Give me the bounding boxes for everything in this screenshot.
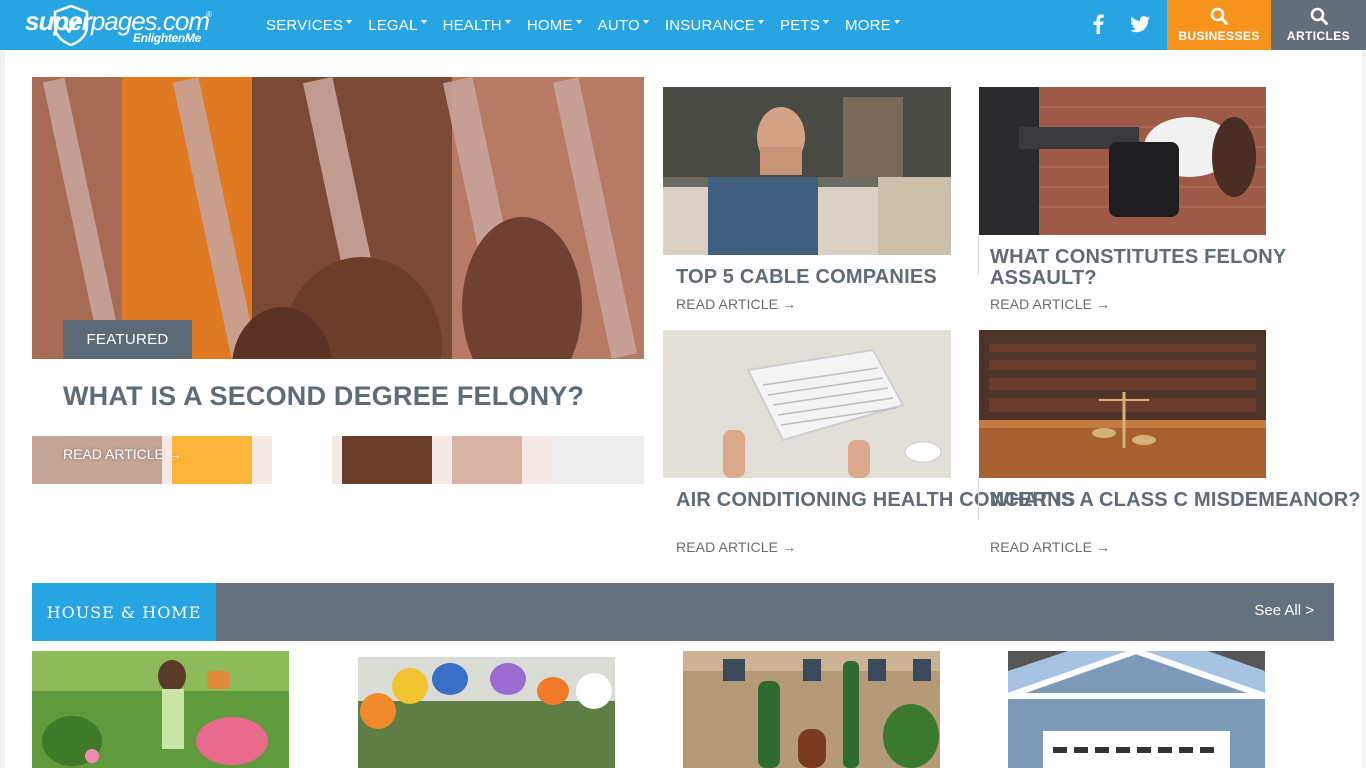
menu-item-insurance[interactable]: INSURANCE [665,17,765,34]
section-header-bar [32,583,1334,641]
featured-badge: FEATURED [63,320,192,359]
caret-down-icon [575,19,582,24]
featured-title[interactable]: WHAT IS A SECOND DEGREE FELONY? [63,381,584,412]
featured-read-article-link[interactable]: READ ARTICLE → [63,446,182,462]
menu-item-pets[interactable]: PETS [780,17,829,34]
top-nav: superpages.com ® EnlightenMe SERVICES LE… [0,0,1366,50]
logo-tagline: EnlightenMe [133,31,202,45]
thumbnail-gardening[interactable] [32,651,289,768]
articles-label: ARTICLES [1286,29,1351,43]
card-image-class-c-misdemeanor[interactable] [979,330,1266,478]
registered-mark: ® [206,10,212,19]
thumbnail-flower-pots[interactable] [358,651,615,768]
main-menu: SERVICES LEGAL HEALTH HOME AUTO INSURANC… [266,0,916,50]
menu-item-legal[interactable]: LEGAL [368,17,427,34]
card-divider [978,235,979,275]
featured-image-prison-bars[interactable] [32,77,644,359]
menu-item-services[interactable]: SERVICES [266,17,353,34]
thumbnail-garage[interactable] [1008,651,1265,768]
caret-down-icon [893,19,900,24]
caret-down-icon [420,19,427,24]
businesses-button[interactable]: BUSINESSES [1167,0,1271,50]
caret-down-icon [346,19,353,24]
facebook-icon[interactable] [1087,13,1109,35]
businesses-label: BUSINESSES [1178,29,1260,43]
caret-down-icon [823,19,829,24]
see-all-link[interactable]: See All > [1254,602,1314,619]
card-title-class-c-misdemeanor[interactable]: WHAT IS A CLASS C MISDEMEANOR? [990,490,1361,511]
search-icon [1210,7,1228,25]
thumbnail-stone-house[interactable] [683,651,940,768]
page: superpages.com ® EnlightenMe SERVICES LE… [0,0,1366,768]
card-image-air-conditioning[interactable] [663,330,951,478]
menu-item-health[interactable]: HEALTH [443,17,511,34]
articles-button[interactable]: ARTICLES [1271,0,1366,50]
caret-down-icon [642,19,649,24]
menu-item-home[interactable]: HOME [527,17,582,34]
card-read-article-link[interactable]: READ ARTICLE → [990,296,1110,312]
section-title[interactable]: HOUSE & HOME [32,583,216,641]
menu-item-auto[interactable]: AUTO [598,17,649,34]
card-image-cable[interactable] [663,87,951,255]
caret-down-icon [758,19,765,24]
superpages-logo[interactable]: superpages.com ® EnlightenMe [22,0,222,50]
card-divider [978,478,979,520]
twitter-icon[interactable] [1129,13,1151,35]
card-read-article-link[interactable]: READ ARTICLE → [676,539,796,555]
caret-down-icon [504,19,511,24]
card-read-article-link[interactable]: READ ARTICLE → [676,296,796,312]
card-image-felony-assault[interactable] [979,87,1266,235]
card-read-article-link[interactable]: READ ARTICLE → [990,539,1110,555]
search-icon [1310,7,1328,25]
card-title-cable[interactable]: TOP 5 CABLE COMPANIES [676,267,937,288]
card-title-felony-assault[interactable]: WHAT CONSTITUTES FELONY ASSAULT? [990,247,1366,289]
menu-item-more[interactable]: MORE [845,17,900,34]
